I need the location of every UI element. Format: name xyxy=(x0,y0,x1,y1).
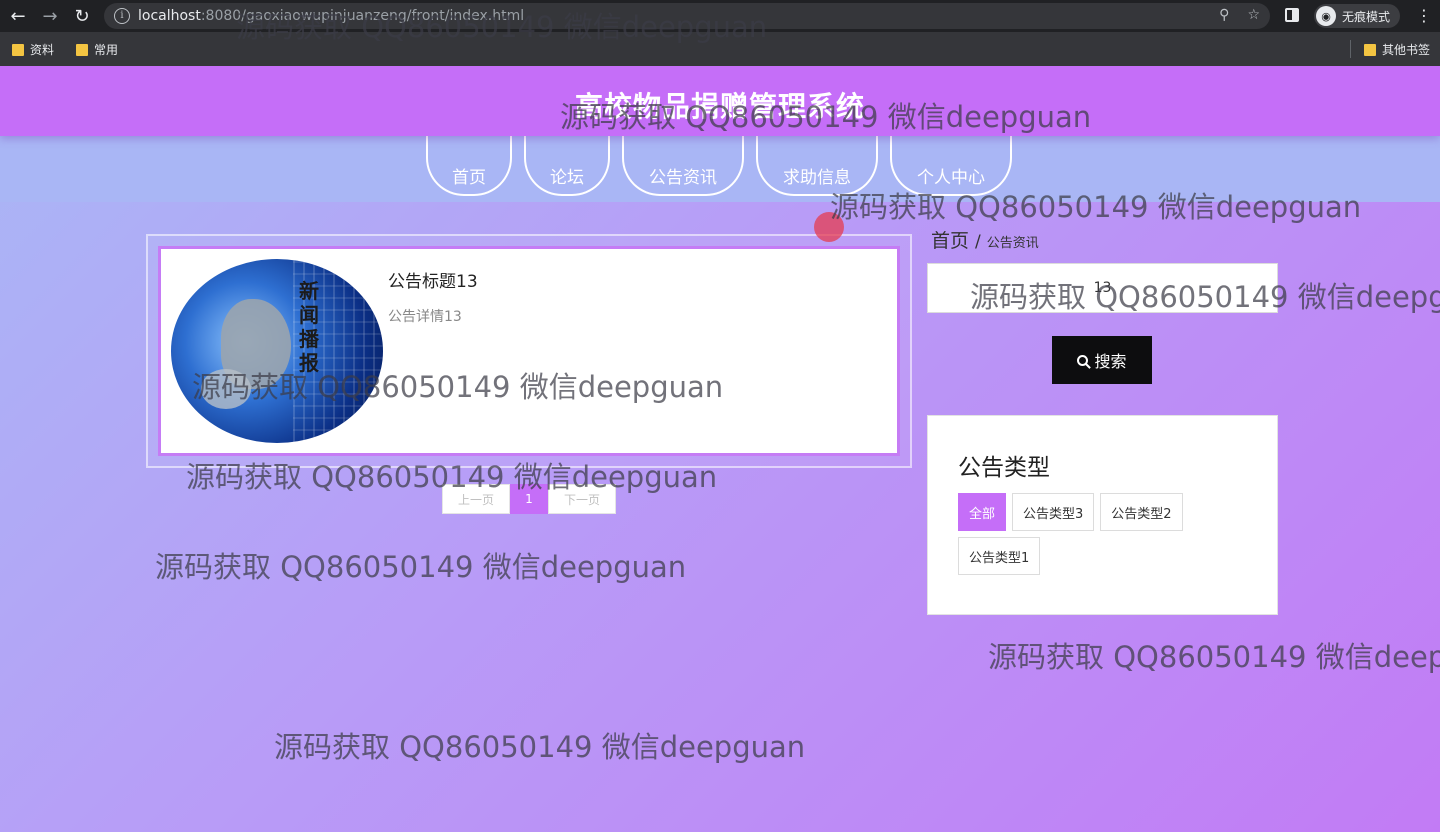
notice-type-filter: 公告类型 全部 公告类型3 公告类型2 公告类型1 xyxy=(927,415,1278,615)
url-text[interactable]: localhost:8080/gaoxiaowupinjuanzeng/fron… xyxy=(138,8,524,24)
search-icon xyxy=(1077,354,1089,366)
breadcrumb-separator: / xyxy=(975,232,981,252)
address-bar[interactable]: i localhost:8080/gaoxiaowupinjuanzeng/fr… xyxy=(104,3,1270,29)
bookmark-folder-other[interactable]: 其他书签 xyxy=(1364,41,1430,58)
main-nav: 首页 论坛 公告资讯 求助信息 个人中心 xyxy=(426,136,1024,196)
star-icon[interactable]: ☆ xyxy=(1247,7,1260,23)
incognito-icon: ◉ xyxy=(1316,6,1336,26)
click-indicator xyxy=(814,212,844,242)
nav-item-forum[interactable]: 论坛 xyxy=(524,136,610,196)
next-page-button[interactable]: 下一页 xyxy=(548,484,616,514)
nav-item-announcements[interactable]: 公告资讯 xyxy=(622,136,744,196)
incognito-label: 无痕模式 xyxy=(1342,9,1391,24)
side-panel-icon[interactable] xyxy=(1285,8,1299,22)
bookmarks-bar: 资料 常用 其他书签 xyxy=(0,32,1440,66)
reload-icon[interactable]: ↻ xyxy=(70,4,94,28)
page-1-button[interactable]: 1 xyxy=(510,484,548,514)
type-tag-all[interactable]: 全部 xyxy=(958,493,1007,531)
search-input[interactable] xyxy=(927,263,1278,313)
back-arrow-icon[interactable]: ← xyxy=(6,4,30,28)
notice-card[interactable]: 新闻播报 公告标题13 公告详情13 xyxy=(158,246,900,456)
notice-type-title: 公告类型 xyxy=(958,455,1050,481)
nav-item-home[interactable]: 首页 xyxy=(426,136,512,196)
search-button[interactable]: 搜索 xyxy=(1052,336,1152,384)
info-icon[interactable]: i xyxy=(114,8,130,24)
notice-type-tags: 全部 公告类型3 公告类型2 公告类型1 xyxy=(958,493,1258,575)
menu-dots-icon[interactable]: ⋮ xyxy=(1416,6,1432,25)
folder-icon xyxy=(12,43,24,56)
thumbnail-caption: 新闻播报 xyxy=(299,279,319,375)
breadcrumb-current: 公告资讯 xyxy=(986,236,1039,251)
notice-thumbnail[interactable]: 新闻播报 xyxy=(171,259,383,443)
nav-item-profile[interactable]: 个人中心 xyxy=(890,136,1012,196)
bookmark-folder-changyong[interactable]: 常用 xyxy=(76,41,118,58)
incognito-indicator[interactable]: ◉ 无痕模式 xyxy=(1314,4,1401,28)
bookmarks-divider xyxy=(1350,40,1351,58)
search-button-label: 搜索 xyxy=(1094,352,1127,371)
type-tag-1[interactable]: 公告类型1 xyxy=(958,537,1041,575)
browser-toolbar: ← → ↻ i localhost:8080/gaoxiaowupinjuanz… xyxy=(0,0,1440,32)
breadcrumb: 首页 / 公告资讯 xyxy=(931,226,1039,253)
type-tag-3[interactable]: 公告类型3 xyxy=(1012,493,1095,531)
forward-arrow-icon[interactable]: → xyxy=(38,4,62,28)
notice-title[interactable]: 公告标题13 xyxy=(388,267,478,292)
bookmark-folder-ziliao[interactable]: 资料 xyxy=(12,41,54,58)
key-icon[interactable]: ⚲ xyxy=(1219,7,1229,23)
folder-icon xyxy=(76,43,88,56)
site-title: 高校物品捐赠管理系统 xyxy=(574,90,865,123)
folder-icon xyxy=(1364,43,1376,56)
pagination: 上一页 1 下一页 xyxy=(442,484,616,514)
site-header: 高校物品捐赠管理系统 xyxy=(0,66,1440,136)
nav-item-help-requests[interactable]: 求助信息 xyxy=(756,136,878,196)
breadcrumb-home[interactable]: 首页 xyxy=(931,226,969,253)
prev-page-button[interactable]: 上一页 xyxy=(442,484,510,514)
type-tag-2[interactable]: 公告类型2 xyxy=(1100,493,1183,531)
notice-detail: 公告详情13 xyxy=(388,309,462,325)
page-viewport: 高校物品捐赠管理系统 首页 论坛 公告资讯 求助信息 个人中心 新闻播报 公告标… xyxy=(0,66,1440,832)
